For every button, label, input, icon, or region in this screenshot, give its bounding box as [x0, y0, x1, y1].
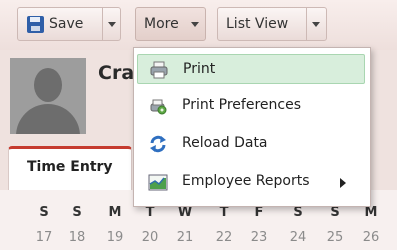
menu-item-label: Print: [183, 61, 216, 77]
weekday-header: S: [72, 205, 82, 220]
calendar-day[interactable]: 20: [135, 230, 165, 245]
save-label: Save: [49, 16, 84, 32]
menu-item-label: Employee Reports: [182, 173, 310, 189]
calendar-day[interactable]: 22: [209, 230, 239, 245]
calendar-day[interactable]: 23: [244, 230, 274, 245]
save-dropdown-toggle[interactable]: [102, 8, 121, 40]
more-button[interactable]: More: [135, 7, 206, 41]
weekday-header: W: [177, 205, 193, 220]
chevron-down-icon: [108, 22, 116, 27]
calendar-day[interactable]: 18: [62, 230, 92, 245]
weekday-header: F: [254, 205, 264, 220]
chevron-down-icon: [191, 22, 199, 27]
menu-item-label: Reload Data: [182, 135, 268, 151]
weekday-header: M: [364, 205, 378, 220]
calendar-day[interactable]: 17: [29, 230, 59, 245]
calendar-day[interactable]: 25: [320, 230, 350, 245]
list-view-dropdown-toggle[interactable]: [306, 8, 325, 40]
more-label: More: [144, 16, 179, 32]
menu-item-label: Print Preferences: [182, 97, 301, 113]
printer-icon: [150, 61, 168, 79]
save-button[interactable]: Save: [17, 7, 121, 41]
calendar-day[interactable]: 26: [356, 230, 386, 245]
tab-time-entry[interactable]: Time Entry: [8, 146, 132, 190]
list-view-label: List View: [226, 16, 289, 32]
avatar: [10, 58, 86, 134]
menu-item-reload-data[interactable]: Reload Data: [137, 129, 365, 159]
weekday-header: S: [39, 205, 49, 220]
menu-item-print[interactable]: Print: [137, 54, 365, 84]
calendar-day[interactable]: 24: [283, 230, 313, 245]
menu-item-employee-reports[interactable]: Employee Reports: [137, 167, 365, 197]
weekday-header: S: [330, 205, 340, 220]
refresh-icon: [150, 135, 166, 153]
menu-item-print-preferences[interactable]: Print Preferences: [137, 91, 365, 121]
employee-name: Cra: [98, 62, 135, 84]
report-chart-icon: [148, 174, 168, 191]
chevron-down-icon: [312, 22, 320, 27]
calendar-day[interactable]: 19: [100, 230, 130, 245]
floppy-disk-icon: [27, 16, 44, 33]
submenu-arrow-icon: [340, 178, 346, 188]
weekday-header: S: [293, 205, 303, 220]
weekday-header: T: [219, 205, 229, 220]
weekday-header: T: [145, 205, 155, 220]
list-view-button[interactable]: List View: [217, 7, 327, 41]
print-preferences-icon: [150, 99, 167, 115]
calendar-day[interactable]: 21: [170, 230, 200, 245]
more-dropdown-menu: Print Print Preferences Reload Data Empl…: [133, 47, 371, 207]
weekday-header: M: [108, 205, 122, 220]
tab-time-entry-label: Time Entry: [27, 159, 113, 175]
